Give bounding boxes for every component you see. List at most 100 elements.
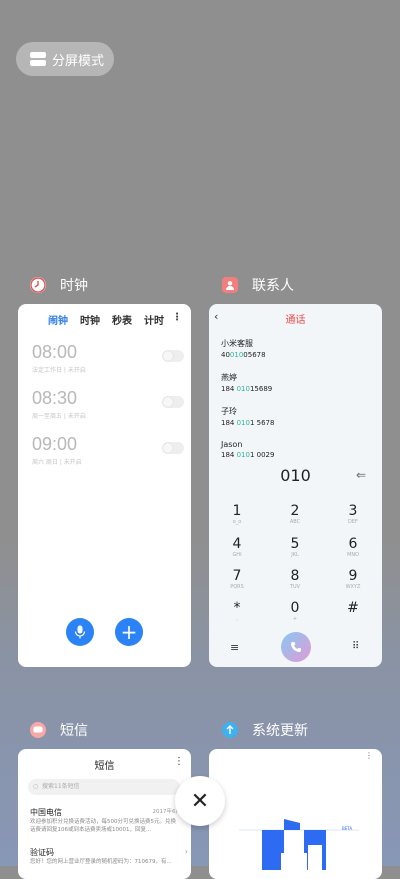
dial-key[interactable]: 2 ABC — [280, 503, 310, 526]
tab-alarm[interactable]: 闹钟 — [48, 312, 68, 327]
alarm-time: 08:30 — [32, 388, 78, 408]
alarm-toggle[interactable] — [162, 396, 184, 408]
dial-key-letters: TUV — [289, 584, 301, 590]
tab-timer[interactable]: 计时 — [144, 312, 164, 327]
contact-name: 小米客服 — [221, 339, 253, 348]
contacts-app-card[interactable]: ‹ 通话 小米客服 4001005678 › 燕婷 184 01015689 ›… — [209, 304, 382, 667]
dial-key-letters: + — [292, 616, 298, 622]
dial-key[interactable]: 8 TUV — [280, 568, 310, 591]
alarm-time: 08:00 — [32, 342, 78, 362]
backspace-icon[interactable]: ⇐ — [356, 468, 366, 482]
dial-key[interactable]: 5 JKL — [280, 536, 310, 559]
dial-key-letters: JKL — [291, 552, 299, 558]
clock-app-header: 时钟 — [30, 275, 88, 295]
updater-app-header: 系统更新 — [222, 720, 308, 740]
contact-name: 子玲 — [221, 407, 237, 416]
dial-key[interactable]: 6 MNO — [338, 536, 368, 559]
call-button[interactable] — [281, 632, 311, 662]
split-screen-button[interactable]: 分屏模式 — [16, 42, 114, 76]
tab-clock[interactable]: 时钟 — [80, 312, 100, 327]
beta-label: BETA — [342, 826, 353, 831]
sms-thread[interactable]: 验证码 › 您好！您的网上营业厅登录的随机密码为：710679，有... — [30, 847, 188, 866]
alarm-item[interactable]: 08:00 法定工作日 | 未开启 — [32, 342, 184, 374]
split-screen-icon — [30, 52, 46, 66]
dial-key-digit: 3 — [348, 503, 358, 519]
dial-key-digit: 7 — [232, 568, 242, 584]
alarm-item[interactable]: 09:00 周六 周日 | 未开启 — [32, 434, 184, 466]
clock-app-icon — [30, 277, 46, 293]
dial-key-digit: 2 — [290, 503, 300, 519]
dial-key[interactable]: # — [338, 600, 368, 616]
sms-app-header: 短信 — [30, 720, 88, 740]
alarm-description: 周一至周五 | 未开启 — [32, 413, 86, 420]
close-icon: ✕ — [190, 788, 210, 814]
sms-sender: 验证码 — [30, 848, 54, 857]
keypad-toggle-icon[interactable]: ⠿ — [352, 641, 359, 652]
voice-alarm-button[interactable] — [66, 618, 94, 646]
contacts-app-title: 联系人 — [252, 278, 294, 294]
dial-key-letters: o_o — [232, 519, 242, 525]
sms-search-input[interactable]: ○ 搜索11条短信 — [28, 779, 180, 795]
contact-number: 184 01015689 — [221, 385, 273, 393]
clock-tabs: 闹钟 时钟 秒表 计时 ⋮ — [18, 312, 191, 330]
search-icon: ○ — [33, 783, 39, 790]
phone-icon — [291, 642, 301, 652]
alarm-description: 法定工作日 | 未开启 — [32, 367, 86, 374]
dial-key[interactable]: 7 PQRS — [222, 568, 252, 591]
alarm-description: 周六 周日 | 未开启 — [32, 459, 82, 466]
chevron-right-icon: › — [184, 847, 188, 856]
dial-key[interactable]: 3 DEF — [338, 503, 368, 526]
alarm-toggle[interactable] — [162, 442, 184, 454]
sms-thread[interactable]: 中国电信 2017年6月30 欢迎参加积分兑换话费活动，每500分可兑换话费5元… — [30, 807, 188, 834]
alarm-toggle[interactable] — [162, 350, 184, 362]
dial-key-digit: # — [347, 600, 359, 616]
clock-app-card[interactable]: 闹钟 时钟 秒表 计时 ⋮ 08:00 法定工作日 | 未开启 08:30 周一… — [18, 304, 191, 667]
sms-app-icon — [30, 722, 46, 738]
close-all-button[interactable]: ✕ — [175, 776, 225, 826]
contact-entry[interactable]: 子玲 184 0101 5678 › — [221, 406, 381, 427]
sms-app-card[interactable]: 短信 ⋮ ○ 搜索11条短信 中国电信 2017年6月30 欢迎参加积分兑换话费… — [18, 749, 191, 879]
dial-key-letters: PQRS — [230, 584, 244, 590]
split-screen-label: 分屏模式 — [52, 53, 105, 69]
menu-icon[interactable]: ≡ — [230, 641, 239, 654]
dial-key-digit: * — [233, 600, 241, 616]
dial-key[interactable]: 1 o_o — [222, 503, 252, 526]
contacts-app-header: 联系人 — [222, 275, 294, 295]
updater-app-title: 系统更新 — [252, 723, 308, 739]
dial-key-digit: 4 — [232, 536, 242, 552]
dial-key-digit: 0 — [290, 600, 300, 616]
plus-icon: + — [120, 620, 138, 644]
sms-preview: 您好！您的网上营业厅登录的随机密码为：710679，有... — [30, 859, 172, 865]
dial-key-letters: DEF — [348, 519, 358, 525]
tab-stopwatch[interactable]: 秒表 — [112, 312, 132, 327]
contact-number: 184 0101 0029 — [221, 451, 275, 459]
contact-entry[interactable]: 燕婷 184 01015689 › — [221, 372, 381, 393]
dial-key-letters: , — [236, 616, 238, 622]
sms-preview: 欢迎参加积分兑换话费活动，每500分可兑换话费5元。兑换话费请回复106或到本话… — [30, 819, 176, 833]
contact-entry[interactable]: 小米客服 4001005678 › — [221, 338, 381, 359]
contact-name: 燕婷 — [221, 373, 237, 382]
updater-app-card[interactable]: ⋮ BETA — [209, 749, 382, 879]
contact-entry[interactable]: Jason 184 0101 0029 › — [221, 440, 381, 459]
contact-number: 4001005678 — [221, 351, 266, 359]
dial-key-letters: WXYZ — [345, 584, 361, 590]
dial-key[interactable]: *, — [222, 600, 252, 623]
sms-header: 短信 — [94, 761, 115, 772]
dial-key-letters: GHI — [232, 552, 242, 558]
dial-key[interactable]: 0 + — [280, 600, 310, 623]
tab-calls[interactable]: 通话 — [209, 311, 382, 326]
miui-version-logo — [239, 819, 359, 875]
dial-key[interactable]: 9 WXYZ — [338, 568, 368, 591]
add-alarm-button[interactable]: + — [115, 618, 143, 646]
more-icon[interactable]: ⋮ — [174, 756, 184, 767]
contacts-app-icon — [222, 277, 238, 293]
microphone-icon — [74, 625, 86, 639]
sms-app-title: 短信 — [60, 723, 88, 739]
alarm-item[interactable]: 08:30 周一至周五 | 未开启 — [32, 388, 184, 420]
clock-app-title: 时钟 — [60, 278, 88, 294]
dial-key-digit: 6 — [348, 536, 358, 552]
search-placeholder: 搜索11条短信 — [42, 783, 80, 790]
dial-key[interactable]: 4 GHI — [222, 536, 252, 559]
more-icon[interactable]: ⋮ — [172, 312, 182, 323]
dial-key-digit: 1 — [232, 503, 242, 519]
